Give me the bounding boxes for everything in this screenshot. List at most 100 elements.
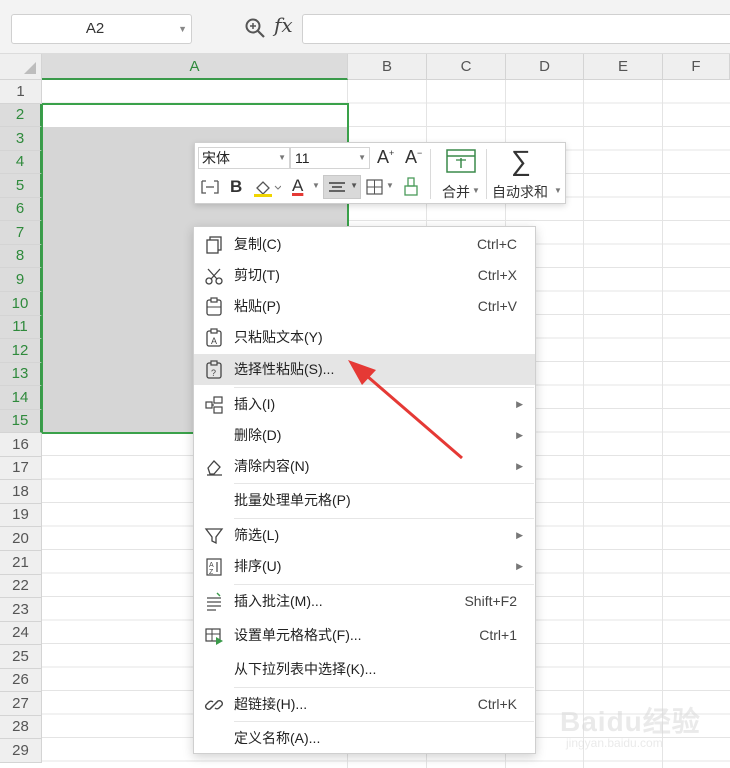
row-header[interactable]: 25 xyxy=(0,645,42,669)
row-header[interactable]: 4 xyxy=(0,151,42,174)
menu-item-clear-contents[interactable]: 清除内容(N) ▶ xyxy=(194,451,535,482)
col-header-f[interactable]: F xyxy=(663,54,730,80)
row-header[interactable]: 8 xyxy=(0,245,42,268)
font-name-select[interactable]: 宋体 ▼ xyxy=(198,147,290,169)
chevron-down-icon[interactable]: ▼ xyxy=(554,186,562,195)
fx-icon[interactable]: fx xyxy=(274,13,293,37)
context-menu: 复制(C) Ctrl+C 剪切(T) Ctrl+X 粘贴(P) Ctrl+V A… xyxy=(193,226,536,754)
chevron-down-icon[interactable]: ▼ xyxy=(312,181,320,190)
col-header-b[interactable]: B xyxy=(348,54,427,80)
menu-item-copy[interactable]: 复制(C) Ctrl+C xyxy=(194,229,535,260)
sigma-icon[interactable]: ∑ xyxy=(511,145,531,177)
active-cell[interactable] xyxy=(43,105,347,127)
formula-bar: A2 ▼ fx xyxy=(0,0,730,54)
menu-item-shortcut: Ctrl+K xyxy=(477,696,517,712)
row-header[interactable]: 27 xyxy=(0,692,42,716)
row-header[interactable]: 24 xyxy=(0,622,42,645)
row-header[interactable]: 11 xyxy=(0,316,42,339)
menu-item-hyperlink[interactable]: 超链接(H)... Ctrl+K xyxy=(194,689,535,720)
row-header[interactable]: 2 xyxy=(0,104,42,127)
row-header[interactable]: 20 xyxy=(0,527,42,551)
format-painter-icon[interactable] xyxy=(402,176,420,198)
formula-input[interactable] xyxy=(302,14,730,44)
font-size-select[interactable]: 11 ▼ xyxy=(290,147,370,169)
row-header[interactable]: 10 xyxy=(0,292,42,316)
bold-button[interactable]: B xyxy=(230,177,242,197)
shrink-font-glyph: A xyxy=(405,147,418,167)
menu-item-format-cells[interactable]: 设置单元格格式(F)... Ctrl+1 xyxy=(194,620,535,651)
menu-item-shortcut: Ctrl+1 xyxy=(479,627,517,643)
chevron-down-icon[interactable]: ▼ xyxy=(472,186,480,195)
row-header[interactable]: 6 xyxy=(0,198,42,221)
menu-item-label: 筛选(L) xyxy=(234,527,280,543)
row-header[interactable]: 18 xyxy=(0,480,42,504)
chevron-down-icon[interactable]: ▼ xyxy=(386,181,394,190)
menu-item-filter[interactable]: 筛选(L) ▶ xyxy=(194,520,535,551)
chevron-down-icon[interactable]: ▼ xyxy=(178,15,187,43)
menu-item-insert[interactable]: 插入(I) ▶ xyxy=(194,389,535,420)
menu-item-paste-special[interactable]: ? 选择性粘贴(S)... xyxy=(194,354,535,385)
row-header[interactable]: 3 xyxy=(0,127,42,151)
row-header[interactable]: 29 xyxy=(0,739,42,763)
menu-item-shortcut: Ctrl+V xyxy=(477,298,517,314)
menu-item-batch-process[interactable]: 批量处理单元格(P) xyxy=(194,485,535,516)
row-header[interactable]: 17 xyxy=(0,457,42,480)
row-header[interactable]: 15 xyxy=(0,410,42,433)
fill-color-icon[interactable] xyxy=(253,178,281,198)
wrap-text-icon[interactable] xyxy=(200,178,220,196)
grow-font-icon[interactable]: A+ xyxy=(377,147,394,168)
col-header-e[interactable]: E xyxy=(584,54,663,80)
font-color-button[interactable]: A xyxy=(292,176,303,196)
zoom-icon[interactable] xyxy=(244,17,266,39)
col-header-a[interactable]: A xyxy=(42,54,348,80)
menu-item-pick-from-list[interactable]: 从下拉列表中选择(K)... xyxy=(194,654,535,685)
shrink-font-icon[interactable]: A− xyxy=(405,147,422,168)
menu-item-label: 定义名称(A)... xyxy=(234,730,321,746)
row-header[interactable]: 13 xyxy=(0,363,42,386)
menu-item-define-name[interactable]: 定义名称(A)... xyxy=(194,723,535,754)
row-header[interactable]: 9 xyxy=(0,268,42,292)
row-header[interactable]: 14 xyxy=(0,386,42,410)
menu-item-label: 插入(I) xyxy=(234,396,276,412)
row-header[interactable]: 7 xyxy=(0,221,42,245)
chevron-right-icon: ▶ xyxy=(516,461,523,471)
menu-item-delete[interactable]: 删除(D) ▶ xyxy=(194,420,535,451)
menu-separator xyxy=(234,483,534,484)
divider xyxy=(486,149,487,199)
menu-item-cut[interactable]: 剪切(T) Ctrl+X xyxy=(194,260,535,291)
autosum-label[interactable]: 自动求和 xyxy=(492,182,548,202)
select-all-corner[interactable] xyxy=(0,54,42,80)
row-header[interactable]: 26 xyxy=(0,669,42,692)
menu-separator xyxy=(234,721,534,722)
font-size-value: 11 xyxy=(295,150,310,166)
row-header[interactable]: 22 xyxy=(0,575,42,598)
row-header[interactable]: 5 xyxy=(0,174,42,198)
menu-item-label: 删除(D) xyxy=(234,427,282,443)
menu-item-sort[interactable]: AZ 排序(U) ▶ xyxy=(194,551,535,582)
merge-icon[interactable] xyxy=(445,148,477,174)
name-box[interactable]: A2 ▼ xyxy=(11,14,192,44)
chevron-right-icon: ▶ xyxy=(516,430,523,440)
col-header-c[interactable]: C xyxy=(427,54,506,80)
borders-icon[interactable] xyxy=(365,178,385,196)
watermark-url: jingyan.baidu.com xyxy=(566,736,663,750)
row-header[interactable]: 12 xyxy=(0,339,42,363)
merge-label[interactable]: 合并 xyxy=(442,182,470,202)
menu-item-paste[interactable]: 粘贴(P) Ctrl+V xyxy=(194,291,535,322)
menu-item-label: 超链接(H)... xyxy=(234,696,308,712)
row-header[interactable]: 23 xyxy=(0,598,42,622)
row-header[interactable]: 1 xyxy=(0,80,42,104)
menu-item-paste-text-only[interactable]: A 只粘贴文本(Y) xyxy=(194,322,535,353)
menu-item-insert-comment[interactable]: 插入批注(M)... Shift+F2 xyxy=(194,586,535,617)
row-header[interactable]: 28 xyxy=(0,716,42,739)
menu-item-label: 清除内容(N) xyxy=(234,458,310,474)
row-header[interactable]: 19 xyxy=(0,504,42,527)
font-name-value: 宋体 xyxy=(202,150,230,166)
menu-separator xyxy=(234,387,534,388)
row-header[interactable]: 21 xyxy=(0,551,42,575)
menu-item-label: 只粘贴文本(Y) xyxy=(234,329,323,345)
col-header-d[interactable]: D xyxy=(506,54,584,80)
align-center-button[interactable]: ▼ xyxy=(323,175,361,199)
row-header[interactable]: 16 xyxy=(0,433,42,457)
menu-item-label: 剪切(T) xyxy=(234,267,280,283)
